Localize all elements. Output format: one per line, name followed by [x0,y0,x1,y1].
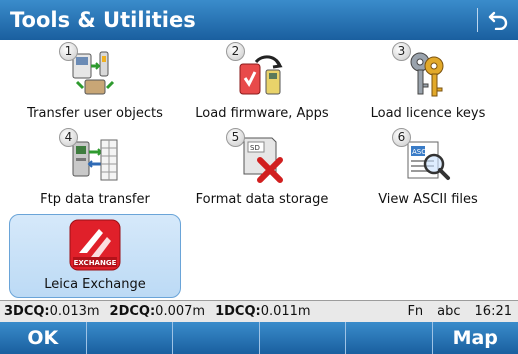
tile-label: Load licence keys [370,106,486,121]
tile-label: View ASCII files [378,192,478,207]
fn-indicator: Fn [407,304,424,319]
format-storage-icon: 5 SD [226,128,288,186]
back-arrow-icon [488,11,508,30]
tile-number: 1 [59,42,78,61]
tile-number: 6 [392,128,411,147]
quality-1d: 1DCQ:0.011m [215,304,311,319]
load-firmware-icon: 2 [226,42,288,100]
tile-number: 5 [226,128,245,147]
exchange-badge-text: EXCHANGE [74,259,117,267]
tile-ftp-data-transfer[interactable]: 4 Ftp data transfer [9,128,181,218]
leica-exchange-graphic: EXCHANGE [69,219,121,271]
licence-keys-icon: 3 [392,42,454,100]
tile-format-data-storage[interactable]: 5 SD Format data storage [176,128,348,218]
tile-label: Ftp data transfer [40,192,150,207]
status-bar: 3DCQ:0.013m 2DCQ:0.007m 1DCQ:0.011m Fn a… [0,300,518,322]
tile-view-ascii-files[interactable]: 6 ASCII View ASCII files [342,128,514,218]
svg-text:SD: SD [250,144,260,152]
tile-load-licence-keys[interactable]: 3 Load licence keys [342,42,514,132]
back-button[interactable] [478,0,518,40]
tile-number: 3 [392,42,411,61]
tile-load-firmware[interactable]: 2 Load firmware, Apps [176,42,348,132]
softkey-2[interactable] [87,322,173,354]
title-bar: Tools & Utilities [0,0,518,40]
tile-leica-exchange[interactable]: EXCHANGE Leica Exchange [9,214,181,298]
softkey-4[interactable] [260,322,346,354]
softkey-5[interactable] [346,322,433,354]
quality-3d: 3DCQ:0.013m [4,304,100,319]
page-title: Tools & Utilities [10,8,196,32]
tile-number: 4 [59,128,78,147]
tile-label: Leica Exchange [44,277,146,292]
ftp-transfer-icon: 4 [59,128,121,186]
transfer-user-objects-icon: 1 [59,42,121,100]
quality-2d: 2DCQ:0.007m [109,304,206,319]
softkey-bar: OK Map [0,322,518,354]
svg-text:ASCII: ASCII [412,148,430,156]
tile-transfer-user-objects[interactable]: 1 Transfer user objects [9,42,181,132]
softkey-ok[interactable]: OK [0,322,87,354]
clock: 16:21 [474,304,512,319]
leica-exchange-icon: EXCHANGE [69,219,121,271]
tile-number: 2 [226,42,245,61]
view-ascii-icon: 6 ASCII [392,128,454,186]
input-mode-indicator: abc [437,304,461,319]
tile-label: Transfer user objects [27,106,163,121]
softkey-map[interactable]: Map [433,322,518,354]
softkey-3[interactable] [173,322,260,354]
tile-label: Format data storage [195,192,329,207]
tile-label: Load firmware, Apps [195,106,329,121]
